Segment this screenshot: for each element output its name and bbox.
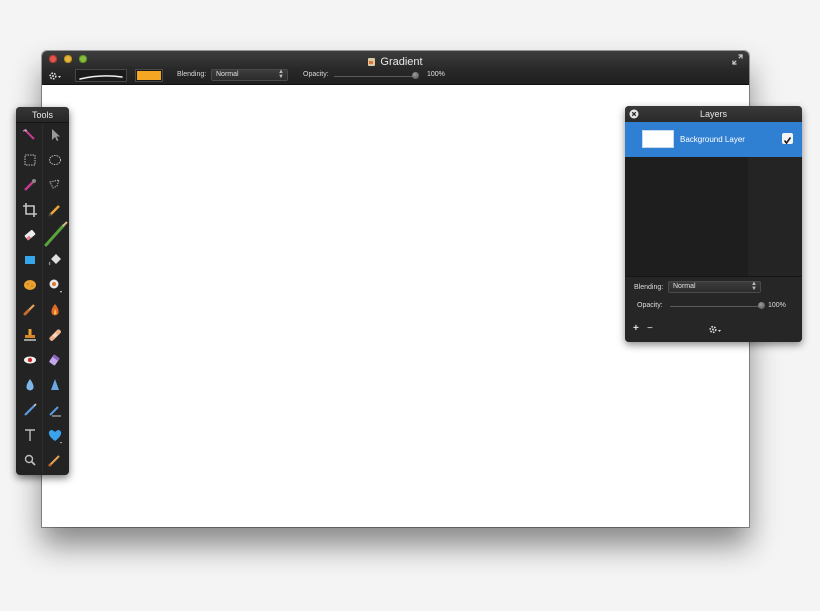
layers-opacity-label: Opacity: [637, 302, 663, 309]
fullscreen-icon[interactable] [732, 54, 743, 65]
layers-opacity-slider-track[interactable] [670, 306, 762, 307]
burn-icon[interactable] [46, 301, 64, 319]
stamp-icon[interactable] [21, 326, 39, 344]
sharpen-icon[interactable] [46, 376, 64, 394]
color-picker-icon[interactable] [21, 176, 39, 194]
select-arrows-icon: ▲ ▼ [751, 281, 757, 292]
lasso-icon[interactable] [46, 176, 64, 194]
vector-pen-icon[interactable] [46, 401, 64, 419]
ellipse-select-icon[interactable] [46, 151, 64, 169]
opacity-slider-track[interactable] [334, 76, 416, 77]
bandage-icon[interactable] [46, 326, 64, 344]
layers-panel: Layers Background Layer Blending: Normal… [625, 106, 802, 342]
layers-blending-value: Normal [673, 283, 696, 290]
layers-gear-icon[interactable] [708, 324, 722, 335]
gradient-eraser-icon[interactable] [46, 351, 64, 369]
tools-title: Tools [16, 107, 69, 123]
blending-label: Blending: [177, 71, 207, 78]
pencil-icon[interactable] [46, 201, 64, 219]
remove-layer-icon[interactable]: − [647, 324, 653, 334]
red-eye-icon[interactable] [21, 351, 39, 369]
title-bar[interactable]: Gradient [42, 51, 749, 68]
layers-list-empty-area [625, 157, 802, 276]
layer-visibility-checkbox[interactable] [782, 133, 793, 145]
zoom-icon[interactable] [21, 451, 39, 469]
crop-icon[interactable] [21, 201, 39, 219]
layer-row[interactable]: Background Layer [625, 122, 802, 157]
layers-opacity-slider-knob[interactable] [758, 302, 765, 309]
opacity-slider-knob[interactable] [412, 72, 419, 79]
tool-options-bar: Blending: Normal ▲ ▼ Opacity: 100% [42, 67, 749, 85]
layers-title: Layers [699, 109, 727, 119]
smudge-icon[interactable] [21, 301, 39, 319]
checkmark-icon [783, 137, 792, 145]
layers-title-bar[interactable]: Layers [625, 106, 802, 122]
layer-thumbnail [642, 130, 674, 148]
blur-drop-icon[interactable] [21, 376, 39, 394]
tools-palette: Tools [16, 107, 69, 475]
blending-select-value: Normal [216, 71, 239, 78]
gear-icon[interactable] [48, 70, 62, 82]
paintbrush-icon[interactable] [42, 221, 69, 248]
brush-preview[interactable] [75, 69, 127, 82]
rect-shape-icon[interactable] [21, 251, 39, 269]
pen-icon[interactable] [21, 401, 39, 419]
layers-opacity-value: 100% [768, 302, 786, 309]
sponge-icon[interactable] [21, 276, 39, 294]
blending-select[interactable]: Normal ▲ ▼ [211, 69, 288, 81]
heart-shape-icon[interactable] [46, 426, 64, 444]
layers-blending-select[interactable]: Normal ▲ ▼ [668, 281, 761, 293]
opacity-label: Opacity: [303, 71, 329, 78]
magic-wand-icon[interactable] [21, 126, 39, 144]
rect-select-icon[interactable] [21, 151, 39, 169]
eraser-icon[interactable] [21, 226, 39, 244]
layer-name: Background Layer [680, 135, 745, 144]
paint-bucket-icon[interactable] [46, 251, 64, 269]
color-swatch [137, 71, 161, 80]
layers-options: Blending: Normal ▲ ▼ Opacity: 100% + − [625, 276, 802, 342]
layers-blending-label: Blending: [634, 284, 664, 291]
document-icon [368, 58, 376, 66]
color-well[interactable] [135, 69, 163, 82]
brush-stroke-icon [79, 75, 123, 80]
spray-icon[interactable] [46, 276, 64, 294]
tools-column-divider [42, 124, 43, 474]
select-arrows-icon: ▲ ▼ [278, 69, 284, 80]
close-icon[interactable] [629, 109, 639, 119]
text-icon[interactable] [21, 426, 39, 444]
add-layer-icon[interactable]: + [633, 324, 639, 334]
brush-tool-icon[interactable] [46, 451, 64, 469]
arrow-pointer-icon[interactable] [46, 126, 64, 144]
opacity-value: 100% [427, 71, 445, 78]
